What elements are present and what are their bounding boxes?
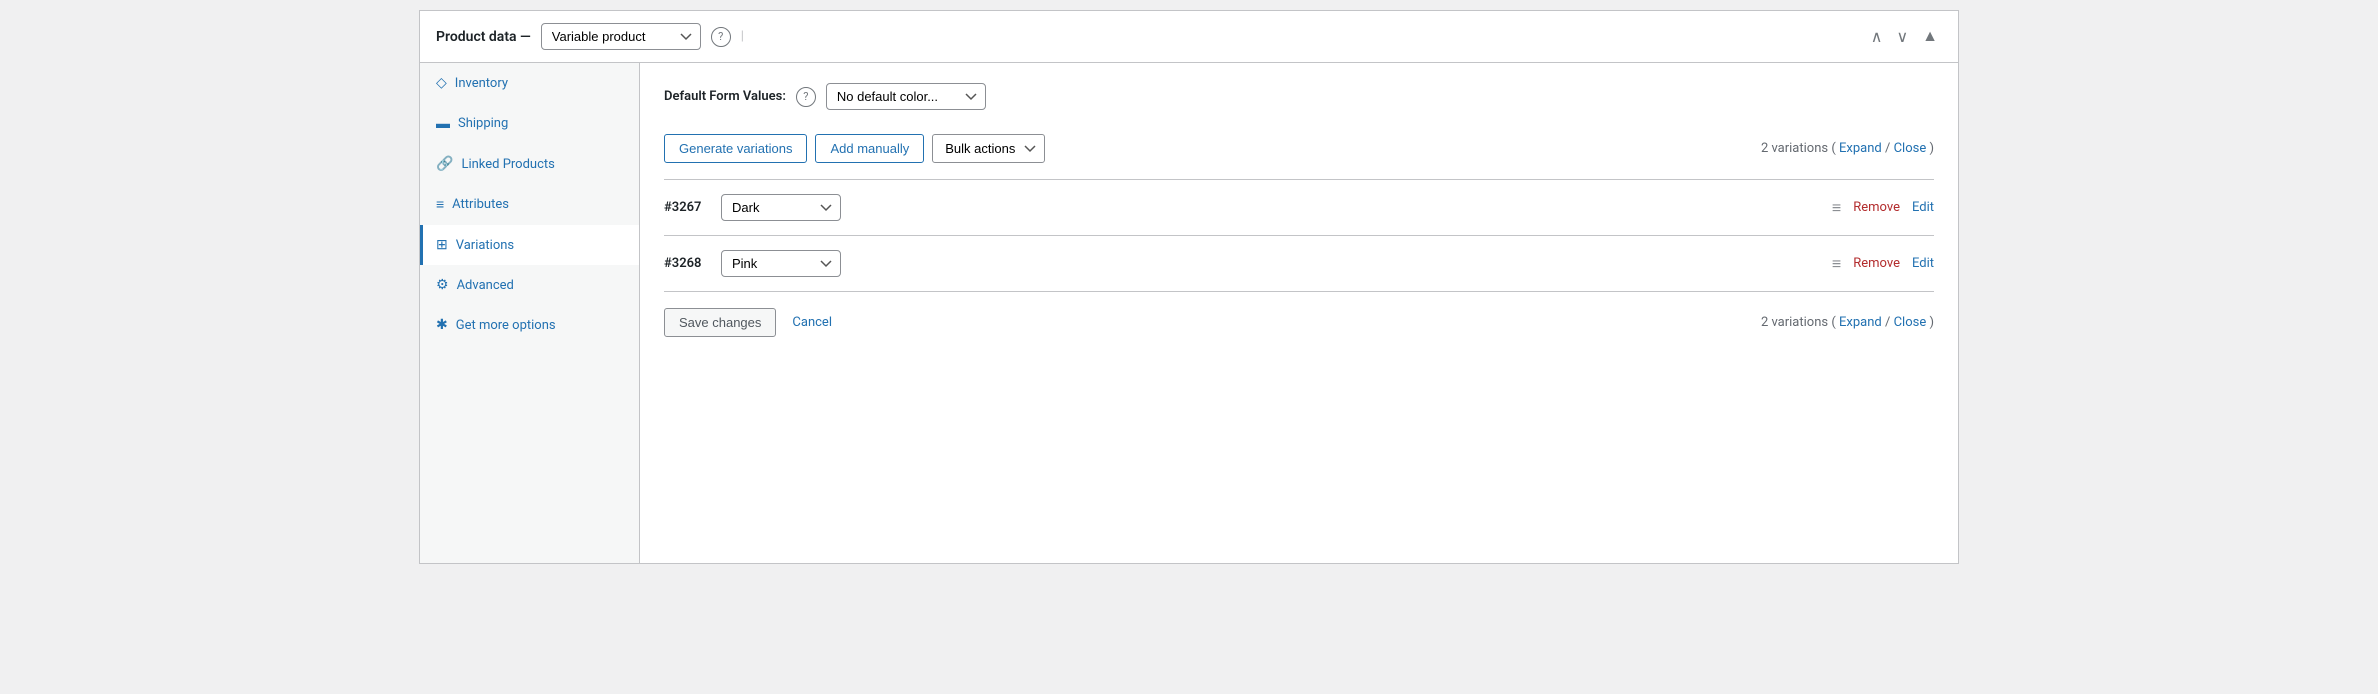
footer-row: Save changes Cancel 2 variations ( Expan… [664, 308, 1934, 337]
separator-bottom: / [1885, 315, 1894, 330]
close-paren-top: ) [1929, 141, 1934, 156]
variation-color-select-3268[interactable]: Pink [721, 250, 841, 277]
sidebar-item-advanced-label: Advanced [457, 278, 514, 293]
product-data-panel: Product data — Variable product ? | ∧ ∨ … [419, 10, 1959, 564]
actions-row: Generate variations Add manually Bulk ac… [664, 134, 1934, 163]
close-link-top[interactable]: Close [1894, 141, 1927, 156]
variation-row-3268-actions: ≡ Remove Edit [1832, 254, 1934, 274]
variation-color-select-3267[interactable]: Dark [721, 194, 841, 221]
sidebar-item-variations[interactable]: ⊞ Variations [420, 225, 639, 265]
panel-header: Product data — Variable product ? | ∧ ∨ … [420, 11, 1958, 63]
drag-handle-3267[interactable]: ≡ [1832, 198, 1841, 218]
generate-variations-button[interactable]: Generate variations [664, 134, 807, 163]
panel-header-controls: ∧ ∨ ▲ [1867, 25, 1942, 49]
variation-id-3268: #3268 [664, 256, 709, 271]
default-form-values-row: Default Form Values: ? No default color.… [664, 83, 1934, 110]
variations-count-paren-top: ( [1831, 141, 1835, 156]
expand-button[interactable]: ▲ [1918, 25, 1942, 49]
variations-count-bottom: 2 variations ( Expand / Close ) [1761, 315, 1934, 330]
variation-row-3267-actions: ≡ Remove Edit [1832, 198, 1934, 218]
header-divider: | [741, 29, 744, 44]
sidebar-item-shipping[interactable]: ▬ Shipping [420, 103, 639, 144]
close-paren-bottom: ) [1929, 315, 1934, 330]
collapse-up-button[interactable]: ∧ [1867, 25, 1887, 49]
close-link-bottom[interactable]: Close [1894, 315, 1927, 330]
sidebar-item-attributes[interactable]: ≡ Attributes [420, 184, 639, 225]
variation-row-3268: #3268 Pink ≡ Remove Edit [664, 236, 1934, 292]
add-manually-button[interactable]: Add manually [815, 134, 924, 163]
panel-body: ◇ Inventory ▬ Shipping 🔗 Linked Products… [420, 63, 1958, 563]
bulk-actions-select[interactable]: Bulk actions [932, 134, 1045, 163]
variation-row-3267: #3267 Dark ≡ Remove Edit [664, 180, 1934, 236]
sidebar-item-shipping-label: Shipping [458, 116, 508, 131]
default-color-select[interactable]: No default color... [826, 83, 986, 110]
panel-title: Product data — [436, 29, 531, 45]
variations-tab-content: Default Form Values: ? No default color.… [640, 63, 1958, 563]
variation-id-3267: #3267 [664, 200, 709, 215]
variations-count-top: 2 variations ( Expand / Close ) [1761, 141, 1934, 156]
default-form-label: Default Form Values: [664, 89, 786, 104]
shipping-icon: ▬ [436, 115, 450, 132]
panel-title-text: Product data — [436, 29, 531, 45]
sidebar-item-get-more-options-label: Get more options [456, 318, 556, 333]
sidebar-item-variations-label: Variations [456, 238, 514, 253]
help-icon[interactable]: ? [711, 27, 731, 47]
sidebar-item-linked-products-label: Linked Products [461, 157, 554, 172]
variations-count-label-bottom: 2 variations [1761, 315, 1828, 330]
collapse-down-button[interactable]: ∨ [1892, 25, 1912, 49]
expand-link-bottom[interactable]: Expand [1839, 315, 1882, 330]
sidebar-item-advanced[interactable]: ⚙ Advanced [420, 265, 639, 305]
variations-icon: ⊞ [436, 237, 448, 253]
advanced-icon: ⚙ [436, 277, 449, 293]
sidebar-item-linked-products[interactable]: 🔗 Linked Products [420, 144, 639, 184]
variations-list: #3267 Dark ≡ Remove Edit #3268 Pink [664, 179, 1934, 292]
attributes-icon: ≡ [436, 196, 444, 213]
remove-link-3267[interactable]: Remove [1853, 200, 1900, 215]
sidebar-item-attributes-label: Attributes [452, 197, 509, 212]
edit-link-3267[interactable]: Edit [1912, 200, 1934, 215]
variations-count-paren-bottom: ( [1831, 315, 1835, 330]
expand-link-top[interactable]: Expand [1839, 141, 1882, 156]
edit-link-3268[interactable]: Edit [1912, 256, 1934, 271]
sidebar: ◇ Inventory ▬ Shipping 🔗 Linked Products… [420, 63, 640, 563]
cancel-button[interactable]: Cancel [784, 309, 840, 336]
sidebar-item-inventory[interactable]: ◇ Inventory [420, 63, 639, 103]
get-more-options-icon: ✱ [436, 317, 448, 333]
save-changes-button[interactable]: Save changes [664, 308, 776, 337]
drag-handle-3268[interactable]: ≡ [1832, 254, 1841, 274]
sidebar-item-get-more-options[interactable]: ✱ Get more options [420, 305, 639, 345]
product-type-select[interactable]: Variable product [541, 23, 701, 50]
default-form-help-icon[interactable]: ? [796, 87, 816, 107]
inventory-icon: ◇ [436, 75, 447, 91]
separator-top: / [1885, 141, 1894, 156]
remove-link-3268[interactable]: Remove [1853, 256, 1900, 271]
sidebar-item-inventory-label: Inventory [455, 76, 508, 91]
variations-count-label-top: 2 variations [1761, 141, 1828, 156]
linked-products-icon: 🔗 [436, 156, 453, 172]
